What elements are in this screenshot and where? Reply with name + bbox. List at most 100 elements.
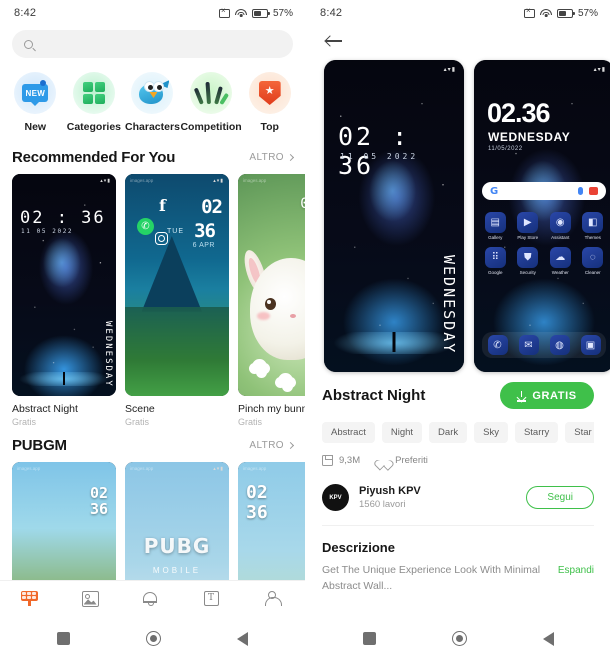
preview-status-icons: ▴▾▮ [443,67,456,73]
tag-chip[interactable]: Sky [474,422,508,443]
heart-icon [378,456,389,466]
play-store-icon: ▶ [517,212,539,233]
nav-item-notifications[interactable] [142,591,163,611]
app-icon-themes[interactable]: ◧ Themes [580,212,607,240]
status-bar: 8:42 57% [306,0,610,26]
thumb-clock: 02 : 36 [20,208,106,228]
expand-link[interactable]: Espandi [558,563,594,578]
thumb-status-icons: ▴▾▮ [100,178,111,184]
category-characters[interactable]: Characters [123,72,181,133]
app-label: Weather [551,270,569,275]
arrow-left-icon[interactable] [326,35,342,47]
camera-icon[interactable]: ▣ [580,335,601,355]
app-icon-security[interactable]: ⛊ Security [515,247,542,275]
phone-icon[interactable]: ✆ [487,335,508,355]
battery-icon [556,8,575,18]
download-button[interactable]: GRATIS [500,382,594,409]
tag-chip[interactable]: Abstract [322,422,375,443]
theme-thumbnail: images.app ▴▾▮ f ✆ 02 36 TUE 6 APR [125,174,229,396]
section-more-link[interactable]: ALTRO [249,152,295,163]
circle-icon[interactable] [146,631,161,646]
grass-icon [190,72,233,114]
thumb-weekday: WEDNESDAY [103,321,113,388]
tag-chip[interactable]: Dark [429,422,468,443]
thumb-hour: 02 [201,196,223,218]
triangle-icon[interactable] [542,631,554,646]
lens-icon[interactable] [589,187,598,195]
app-icon-gallery[interactable]: ▤ Gallery [482,212,509,240]
thumb-status-icons: ▴▾▮ [213,178,224,184]
tag-list: Abstract Night Dark Sky Starry Star Pi [322,422,594,443]
thumb-watermark: images.app [130,466,154,471]
section-more-link[interactable]: ALTRO [249,440,295,451]
dual-screenshot: 8:42 57% NEW New Categories [0,0,610,657]
category-row: NEW New Categories Characters Competitio… [0,58,305,139]
theme-card[interactable]: ▴▾▮ 02 : 36 11 05 2022 WEDNESDAY Abstrac… [12,174,116,427]
nav-item-fonts[interactable]: T [203,590,224,611]
preview-date: 11/05/2022 [488,146,523,152]
tag-chip[interactable]: Star [565,422,594,443]
theme-thumbnail: ▴▾▮ 02 : 36 11 05 2022 WEDNESDAY [12,174,116,396]
section-header-pubgm: PUBGM ALTRO [0,427,305,462]
preview-weekday: WEDNESDAY [440,254,458,354]
page-title: Abstract Night [322,387,426,404]
square-icon[interactable] [57,632,70,645]
bell-icon [142,591,157,606]
app-label: Gallery [488,235,503,240]
no-sim-icon [218,6,230,18]
avatar: KPV [322,484,349,511]
category-top[interactable]: ★ Top [241,72,299,133]
theme-card[interactable]: images.app ▴▾▮ f ✆ 02 36 TUE 6 APR Scene… [125,174,229,427]
chrome-icon[interactable]: ◍ [549,335,570,355]
circle-icon[interactable] [451,631,467,646]
microphone-icon[interactable] [578,187,583,195]
status-icons: 57% [523,6,598,19]
category-label: Categories [66,121,122,133]
tag-chip[interactable]: Starry [514,422,559,443]
search-input[interactable] [41,38,281,50]
app-label: Assistant [551,235,570,240]
app-label: Google [487,270,503,275]
theme-detail-panel: Abstract Night GRATIS Abstract Night Dar… [306,372,610,595]
search-bar[interactable] [12,30,293,58]
author-info: Piyush KPV 1560 lavori [359,485,516,510]
tag-chip[interactable]: Night [381,422,423,443]
app-icon-weather[interactable]: ☁ Weather [547,247,574,275]
app-grid: ▤ Gallery ▶ Play Store ◉ Assistant ◧ Themes … [482,212,606,275]
preview-lockscreen[interactable]: ▴▾▮ 02 : 36 11 05 2022 WEDNESDAY [324,60,464,372]
user-icon [264,590,282,607]
messages-icon[interactable]: ✉ [518,335,539,355]
status-bar: 8:42 57% [0,0,305,26]
category-categories[interactable]: Categories [65,72,123,133]
app-icon-cleaner[interactable]: ◌ Cleaner [580,247,607,275]
app-icon-google[interactable]: ⠿ Google [482,247,509,275]
thumb-status-icons: ▴▾▮ [213,466,224,472]
category-label: New [24,121,47,133]
follow-button[interactable]: Segui [526,486,594,509]
nav-item-themes[interactable] [20,590,41,611]
category-competition[interactable]: Competition [180,72,242,133]
google-search-widget[interactable]: G [482,182,606,200]
author-name: Piyush KPV [359,485,421,497]
download-label: GRATIS [532,389,577,402]
app-icon-playstore[interactable]: ▶ Play Store [515,212,542,240]
category-new[interactable]: NEW New [6,72,64,133]
section-more-label: ALTRO [249,152,284,163]
wifi-icon [234,8,247,18]
nav-item-profile[interactable] [264,590,285,611]
theme-card[interactable]: images.app 02:3 11/05 Pinch my bunn Grat… [238,174,305,427]
triangle-icon[interactable] [237,631,248,646]
thumb-logo-text: PUBG [143,534,211,559]
themes-icon: ◧ [582,212,604,233]
app-icon-assistant[interactable]: ◉ Assistant [547,212,574,240]
preview-homescreen[interactable]: ▴▾▮ 02.36 WEDNESDAY 11/05/2022 G ▤ Galler… [474,60,610,372]
search-icon [24,39,33,49]
app-label: Themes [584,235,601,240]
app-label: Play Store [517,235,539,240]
nav-item-wallpapers[interactable] [81,590,102,611]
theme-card-price: Gratis [125,417,150,427]
thumb-watermark: images.app [243,466,267,471]
whatsapp-icon: ✆ [137,218,154,235]
favorite-stat[interactable]: Preferiti [378,455,428,466]
square-icon[interactable] [362,632,376,645]
